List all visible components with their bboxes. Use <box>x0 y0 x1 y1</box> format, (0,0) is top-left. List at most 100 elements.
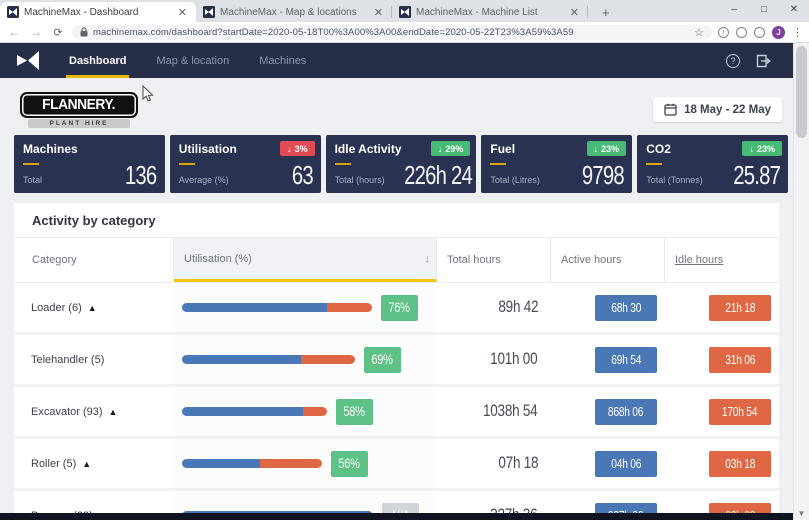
trend-badge: ↓3% <box>280 141 315 156</box>
idle-hours-cell: 31h 06 <box>665 347 779 373</box>
idle-hours-badge: 21h 18 <box>709 295 771 321</box>
browser-tab-dashboard[interactable]: MachineMax - Dashboard ✕ <box>0 2 196 22</box>
browser-menu-icon[interactable]: ⋮ <box>792 26 803 39</box>
machinemax-favicon <box>203 6 215 18</box>
utilisation-cell: 76% <box>174 283 437 332</box>
customer-logo-flannery: FLANNERY. PLANT HIRE <box>20 92 138 128</box>
column-header-total-hours[interactable]: Total hours <box>437 238 551 282</box>
trend-arrow-icon: ↓ <box>438 144 443 154</box>
active-hours-cell: 69h 54 <box>551 347 665 373</box>
extension-icon[interactable] <box>754 27 765 38</box>
idle-hours-cell: 21h 18 <box>665 295 779 321</box>
lock-icon <box>80 27 88 37</box>
calendar-icon <box>664 103 677 116</box>
extension-icon[interactable] <box>736 27 747 38</box>
taskbar-edge <box>0 513 793 520</box>
machinemax-favicon <box>399 6 411 18</box>
utilisation-bar <box>182 303 372 312</box>
category-label: Loader (6) <box>31 302 82 314</box>
idle-bar-segment <box>301 355 354 364</box>
close-button[interactable]: ✕ <box>779 0 809 18</box>
address-bar[interactable]: machinemax.com/dashboard?startDate=2020-… <box>72 25 712 40</box>
trend-arrow-icon: ↓ <box>749 144 754 154</box>
stat-card: Idle Activity ↓29% Total (hours) 226h 24 <box>326 135 477 193</box>
column-header-category[interactable]: Category <box>14 238 174 282</box>
trend-badge: ↓29% <box>431 141 471 156</box>
browser-tab-strip: MachineMax - Dashboard ✕ MachineMax - Ma… <box>0 0 809 22</box>
stat-card-value: 9798 <box>582 162 624 188</box>
stat-card-value: 136 <box>125 162 157 188</box>
utilisation-badge: 69% <box>364 347 401 373</box>
table-body: Loader (6) ▲ 76% 89h 42 68h 30 21h 18 Te… <box>14 283 779 520</box>
table-row[interactable]: Excavator (93) ▲ 58% 1038h 54 868h 06 17… <box>14 387 779 439</box>
table-row[interactable]: Roller (5) ▲ 56% 07h 18 04h 06 03h 18 <box>14 439 779 491</box>
utilisation-cell: 58% <box>174 387 437 436</box>
active-hours-badge: 69h 54 <box>595 347 657 373</box>
machinemax-logo-icon[interactable] <box>16 51 40 70</box>
total-hours-cell: 101h 00 <box>437 350 551 369</box>
column-header-idle-hours[interactable]: Idle hours <box>665 238 779 282</box>
idle-bar-segment <box>303 407 327 416</box>
stat-card-label: Total (hours) <box>335 175 385 188</box>
column-header-utilisation[interactable]: Utilisation (%)↓ <box>174 238 437 282</box>
date-range-picker[interactable]: 18 May - 22 May <box>653 97 782 122</box>
forward-button[interactable]: → <box>28 25 44 39</box>
reload-button[interactable]: ⟳ <box>50 26 66 39</box>
tab-title: MachineMax - Machine List <box>416 7 563 18</box>
active-bar-segment <box>182 459 260 468</box>
tab-close-icon[interactable]: ✕ <box>372 6 385 19</box>
stat-card-title: Machines <box>23 142 156 156</box>
trend-arrow-icon: ↓ <box>594 144 599 154</box>
trend-value: 23% <box>757 144 775 154</box>
help-icon[interactable]: ? <box>726 54 740 68</box>
stat-card-value: 25.87 <box>733 162 780 188</box>
browser-profile-avatar[interactable]: J <box>772 26 785 39</box>
trend-badge: ↓23% <box>587 141 627 156</box>
extension-icon[interactable]: i <box>718 27 729 38</box>
minimize-button[interactable]: – <box>719 0 749 18</box>
tab-close-icon[interactable]: ✕ <box>176 6 189 19</box>
active-hours-cell: 68h 30 <box>551 295 665 321</box>
utilisation-badge: 76% <box>381 295 418 321</box>
browser-tab-map[interactable]: MachineMax - Map & locations ✕ <box>196 2 392 22</box>
tab-title: MachineMax - Dashboard <box>24 7 171 18</box>
logout-icon[interactable] <box>756 54 771 68</box>
navitem-machines[interactable]: Machines <box>244 43 321 78</box>
trend-badge: ↓23% <box>742 141 782 156</box>
active-hours-badge: 04h 06 <box>595 451 657 477</box>
machinemax-favicon <box>7 6 19 18</box>
category-label: Excavator (93) <box>31 406 103 418</box>
scrollbar-down-arrow[interactable]: ▼ <box>794 506 809 520</box>
warning-icon: ▲ <box>82 459 91 469</box>
total-hours-cell: 07h 18 <box>437 454 551 473</box>
maximize-button[interactable]: □ <box>749 0 779 18</box>
column-header-active-hours[interactable]: Active hours <box>551 238 665 282</box>
bookmark-star-icon[interactable]: ☆ <box>694 26 704 39</box>
category-cell: Telehandler (5) <box>14 354 174 366</box>
navitem-map-location[interactable]: Map & location <box>141 43 244 78</box>
warning-icon: ▲ <box>109 407 118 417</box>
back-button[interactable]: ← <box>6 25 22 39</box>
active-bar-segment <box>182 355 301 364</box>
table-header: Category Utilisation (%)↓ Total hours Ac… <box>14 238 779 283</box>
utilisation-cell: 56% <box>174 439 437 488</box>
table-row[interactable]: Loader (6) ▲ 76% 89h 42 68h 30 21h 18 <box>14 283 779 335</box>
category-cell: Roller (5) ▲ <box>14 458 174 470</box>
trend-value: 23% <box>601 144 619 154</box>
window-controls: – □ ✕ <box>719 0 809 18</box>
navitem-dashboard[interactable]: Dashboard <box>54 43 141 78</box>
new-tab-button[interactable]: + <box>596 5 616 22</box>
browser-tab-machines[interactable]: MachineMax - Machine List ✕ <box>392 2 588 22</box>
navbar-right: ? <box>726 54 793 68</box>
stat-card: Fuel ↓23% Total (Litres) 9798 <box>481 135 632 193</box>
page-scrollbar[interactable]: ▼ <box>793 43 809 520</box>
idle-hours-cell: 03h 18 <box>665 451 779 477</box>
tab-close-icon[interactable]: ✕ <box>568 6 581 19</box>
idle-hours-badge: 03h 18 <box>709 451 771 477</box>
active-hours-badge: 868h 06 <box>595 399 657 425</box>
table-row[interactable]: Telehandler (5) 69% 101h 00 69h 54 31h 0… <box>14 335 779 387</box>
activity-table-card: Activity by category Category Utilisatio… <box>14 203 779 520</box>
scrollbar-thumb[interactable] <box>796 46 807 138</box>
total-hours-cell: 1038h 54 <box>437 402 551 421</box>
stat-card-label: Average (%) <box>179 175 229 188</box>
